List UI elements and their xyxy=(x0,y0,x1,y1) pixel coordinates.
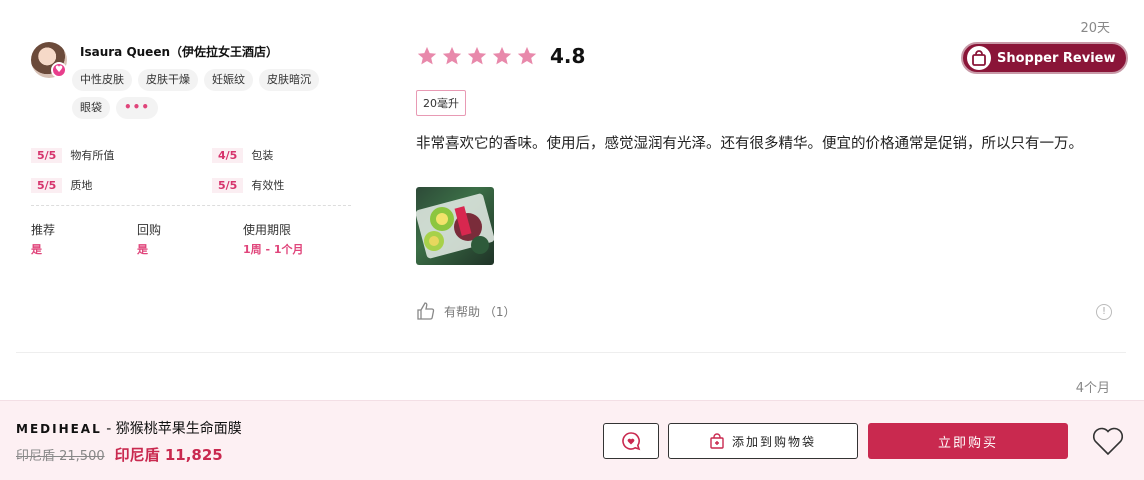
divider xyxy=(31,205,351,206)
meta-value: 是 xyxy=(31,243,42,256)
skin-tag: 皮肤暗沉 xyxy=(259,69,319,91)
star-icon xyxy=(516,45,538,67)
thumbs-up-icon xyxy=(417,302,435,320)
product-name: 猕猴桃苹果生命面膜 xyxy=(115,421,242,437)
star-rating: 4.8 xyxy=(416,44,585,68)
product-action-bar: MEDIHEAL - 猕猴桃苹果生命面膜 印尼盾 21,500 印尼盾 11,8… xyxy=(0,400,1144,480)
meta-recommend: 推荐 是 xyxy=(31,221,55,257)
skin-tag: 中性皮肤 xyxy=(72,69,132,91)
skin-tag: 妊娠纹 xyxy=(204,69,253,91)
helpful-label: 有帮助 （1） xyxy=(444,304,516,319)
sale-price: 印尼盾 11,825 xyxy=(114,446,223,464)
brand-name: MEDIHEAL xyxy=(16,422,102,436)
meta-value: 是 xyxy=(137,243,148,256)
rating-label: 物有所值 xyxy=(70,149,115,162)
star-icon xyxy=(491,45,513,67)
review-text: 非常喜欢它的香味。使用后，感觉湿润有光泽。还有很多精华。便宜的价格通常是促销，所… xyxy=(416,136,1083,152)
review-card: 20天 ♥ Isaura Queen（伊佐拉女王酒店） 中性皮肤 皮肤干燥 妊娠… xyxy=(0,0,1144,400)
skin-tags: 中性皮肤 皮肤干燥 妊娠纹 皮肤暗沉 眼袋 ••• xyxy=(72,69,362,119)
review-photo[interactable] xyxy=(416,187,494,265)
rating-score: 5/5 xyxy=(31,147,63,163)
star-icon xyxy=(441,45,463,67)
wishlist-heart-icon[interactable] xyxy=(1090,423,1126,459)
rating-texture: 5/5 质地 xyxy=(31,177,92,193)
title-separator: - xyxy=(101,421,116,437)
next-review-age: 4个月 xyxy=(1075,381,1110,396)
add-to-bag-button[interactable]: 添加到购物袋 xyxy=(668,423,858,459)
original-price: 印尼盾 21,500 xyxy=(16,449,105,464)
star-icon xyxy=(466,45,488,67)
skin-tag: 眼袋 xyxy=(72,97,110,119)
author-name[interactable]: Isaura Queen（伊佐拉女王酒店） xyxy=(80,43,278,60)
shopping-bag-icon xyxy=(967,46,991,70)
chat-heart-icon xyxy=(622,432,641,451)
rating-packaging: 4/5 包装 xyxy=(212,147,273,163)
report-info-icon[interactable]: ! xyxy=(1096,304,1112,320)
bag-add-icon xyxy=(710,433,724,449)
review-age: 20天 xyxy=(1080,21,1110,36)
photo-content xyxy=(416,193,494,259)
meta-label: 使用期限 xyxy=(243,223,292,237)
price-block: 印尼盾 21,500 印尼盾 11,825 xyxy=(16,444,223,465)
rating-score: 5/5 xyxy=(31,177,63,193)
review-separator xyxy=(16,352,1126,353)
rating-score: 5/5 xyxy=(212,177,244,193)
add-to-bag-label: 添加到购物袋 xyxy=(731,434,816,449)
star-icon xyxy=(416,45,438,67)
badge-label: Shopper Review xyxy=(997,50,1116,66)
shopper-review-badge: Shopper Review xyxy=(961,42,1128,74)
rating-label: 质地 xyxy=(70,179,93,192)
meta-usage-period: 使用期限 1周 - 1个月 xyxy=(243,221,304,257)
rating-number: 4.8 xyxy=(550,44,586,68)
rating-effectiveness: 5/5 有效性 xyxy=(212,177,284,193)
rating-label: 有效性 xyxy=(251,179,285,192)
chat-button[interactable] xyxy=(603,423,659,459)
rating-value: 5/5 物有所值 xyxy=(31,147,114,163)
meta-repurchase: 回购 是 xyxy=(137,221,161,257)
rating-label: 包装 xyxy=(251,149,274,162)
meta-label: 回购 xyxy=(137,223,162,237)
meta-label: 推荐 xyxy=(31,223,56,237)
member-badge-icon: ♥ xyxy=(51,62,67,78)
helpful-button[interactable]: 有帮助 （1） xyxy=(416,301,515,321)
size-tag: 20毫升 xyxy=(416,90,466,116)
rating-score: 4/5 xyxy=(212,147,244,163)
meta-value: 1周 - 1个月 xyxy=(243,243,304,256)
skin-tag: 皮肤干燥 xyxy=(138,69,198,91)
more-tags-button[interactable]: ••• xyxy=(116,97,159,119)
product-title: MEDIHEAL - 猕猴桃苹果生命面膜 xyxy=(16,418,242,438)
buy-now-button[interactable]: 立即购买 xyxy=(868,423,1068,459)
